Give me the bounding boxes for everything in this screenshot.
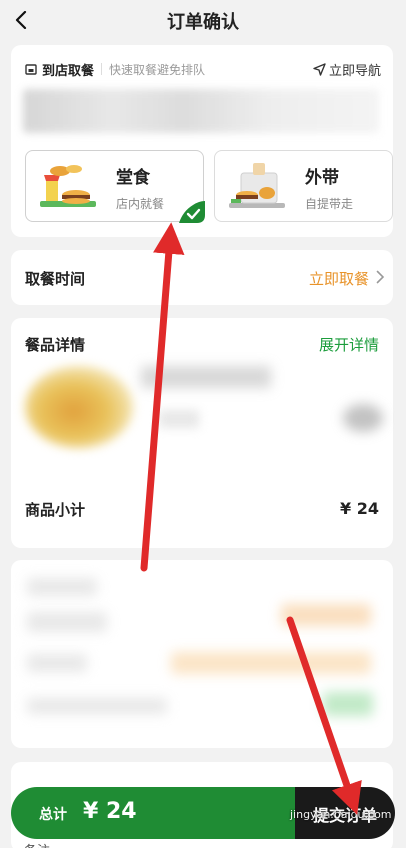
top-bar: 订单确认 [0,0,406,42]
quantity-blurred [343,404,383,432]
blurred-line [27,612,107,632]
store-address-blurred [23,89,379,133]
blurred-line [27,654,87,672]
discount-card-blurred [11,560,393,748]
divider [101,63,103,75]
blurred-line [27,698,167,714]
takeaway-illustration [229,163,285,208]
total-panel: 总计 ¥ 24 [11,787,299,839]
order-details-card: 餐品详情 展开详情 商品小计 ¥ 24 [11,318,393,548]
takeaway-title: 外带 [305,168,339,188]
food-tag-blurred [159,410,199,428]
store-icon [25,64,37,75]
chevron-right-icon [376,270,385,284]
dine-in-option[interactable]: 堂食 店内就餐 [25,150,205,223]
takeaway-subtitle: 自提带走 [305,197,354,211]
remark-label: 备注 [24,840,50,848]
watermark-text: jingyan.baidu.com [290,808,392,821]
pickup-time-value: 立即取餐 [308,270,369,288]
dine-in-subtitle: 店内就餐 [116,197,165,211]
blurred-line [281,604,371,626]
navigate-button[interactable]: 立即导航 [313,60,381,79]
dine-in-illustration [40,165,96,207]
pickup-row: 到店取餐 快速取餐避免排队 立即导航 [25,59,381,79]
takeaway-option[interactable]: 外带 自提带走 [214,150,393,222]
pickup-subtitle: 快速取餐避免排队 [109,62,206,77]
blurred-line [171,652,371,674]
blurred-line [27,578,97,596]
dine-in-title: 堂食 [116,168,150,188]
page-title: 订单确认 [167,12,239,33]
expand-details-button[interactable]: 展开详情 [319,334,379,355]
pickup-time-row[interactable]: 取餐时间 立即取餐 [11,250,393,305]
total-label: 总计 [39,807,67,823]
selected-check-icon [179,201,205,223]
food-name-blurred [141,366,271,388]
blurred-line [323,692,373,716]
food-image-blurred [25,366,133,448]
pickup-time-label: 取餐时间 [25,270,86,288]
navigate-label: 立即导航 [328,63,381,79]
pickup-card: 到店取餐 快速取餐避免排队 立即导航 堂食 店内就餐 外带 自提带走 [11,45,393,237]
details-title: 餐品详情 [25,336,86,354]
pickup-label: 到店取餐 [42,63,95,79]
subtotal-value: ¥ 24 [340,499,379,518]
subtotal-label: 商品小计 [25,501,86,519]
total-value: ¥ 24 [83,799,137,824]
navigation-arrow-icon [313,62,326,76]
